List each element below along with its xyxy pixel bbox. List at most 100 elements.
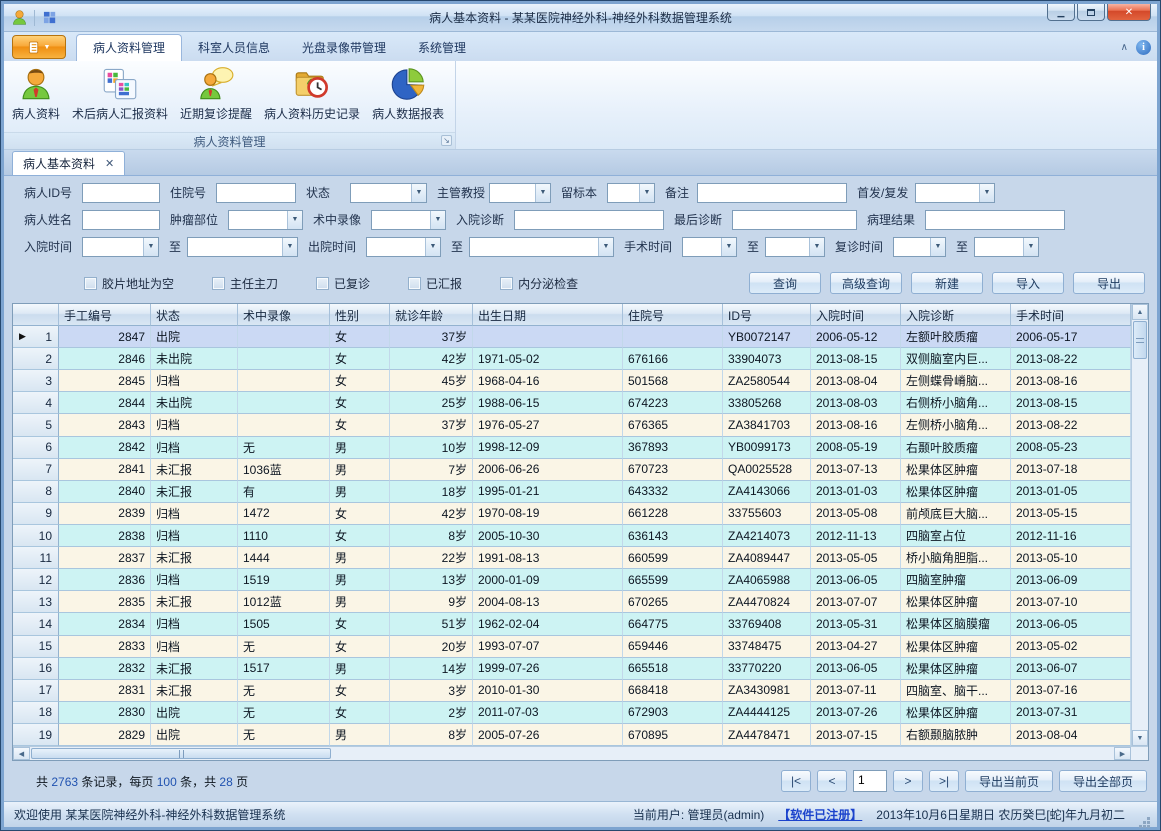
vertical-scroll-track[interactable] bbox=[1132, 360, 1148, 730]
cell[interactable]: 2013-08-15 bbox=[1011, 392, 1131, 414]
dropdown-arrow-icon[interactable]: ▼ bbox=[282, 238, 297, 256]
ribbon-item[interactable]: 病人资料历史记录 bbox=[258, 64, 366, 124]
cell[interactable]: 2842 bbox=[59, 437, 151, 459]
cell[interactable]: 33755603 bbox=[723, 503, 811, 525]
cell[interactable]: 2011-07-03 bbox=[473, 702, 623, 724]
cell[interactable]: 2013-08-04 bbox=[811, 370, 901, 392]
cell[interactable]: 45岁 bbox=[390, 370, 473, 392]
filter-combo[interactable]: ▼ bbox=[350, 183, 427, 203]
cell[interactable]: 男 bbox=[330, 724, 390, 746]
cell[interactable]: 51岁 bbox=[390, 613, 473, 635]
dropdown-arrow-icon[interactable]: ▼ bbox=[809, 238, 824, 256]
cell[interactable]: 2013-05-02 bbox=[1011, 636, 1131, 658]
cell[interactable]: 右额颞脑脓肿 bbox=[901, 724, 1011, 746]
export-all-pages-button[interactable]: 导出全部页 bbox=[1059, 770, 1147, 792]
cell[interactable]: 2013-05-10 bbox=[1011, 547, 1131, 569]
cell[interactable]: 2013-07-15 bbox=[811, 724, 901, 746]
filter-combo[interactable]: ▼ bbox=[187, 237, 298, 257]
cell[interactable]: 664775 bbox=[623, 613, 723, 635]
cell[interactable]: 松果体区肿瘤 bbox=[901, 702, 1011, 724]
cell[interactable]: 归档 bbox=[151, 370, 238, 392]
cell[interactable]: 未出院 bbox=[151, 348, 238, 370]
dropdown-arrow-icon[interactable]: ▼ bbox=[535, 184, 550, 202]
table-row[interactable]: 92839归档1472女42岁1970-08-19661228337556032… bbox=[13, 503, 1131, 525]
cell[interactable]: 676166 bbox=[623, 348, 723, 370]
cell[interactable]: 2013-07-18 bbox=[1011, 459, 1131, 481]
cell[interactable]: 1995-01-21 bbox=[473, 481, 623, 503]
cell[interactable]: 松果体区肿瘤 bbox=[901, 459, 1011, 481]
table-row[interactable]: 22846未出院女42岁1971-05-02676166339040732013… bbox=[13, 348, 1131, 370]
cell[interactable]: 松果体区肿瘤 bbox=[901, 481, 1011, 503]
cell[interactable]: 女 bbox=[330, 370, 390, 392]
cell[interactable]: 无 bbox=[238, 437, 330, 459]
cell[interactable]: 2010-01-30 bbox=[473, 680, 623, 702]
cell[interactable]: 2013-08-04 bbox=[1011, 724, 1131, 746]
table-row[interactable]: 142834归档1505女51岁1962-02-0466477533769408… bbox=[13, 613, 1131, 635]
cell[interactable] bbox=[623, 326, 723, 348]
row-indicator-cell[interactable]: 7 bbox=[13, 459, 59, 481]
cell[interactable]: 33769408 bbox=[723, 613, 811, 635]
vertical-scroll-thumb[interactable] bbox=[1133, 321, 1147, 359]
cell[interactable]: 33904073 bbox=[723, 348, 811, 370]
cell[interactable]: 2013-06-09 bbox=[1011, 569, 1131, 591]
cell[interactable]: 男 bbox=[330, 591, 390, 613]
cell[interactable]: 2847 bbox=[59, 326, 151, 348]
column-header-7[interactable]: 住院号 bbox=[623, 304, 723, 326]
cell[interactable]: 18岁 bbox=[390, 481, 473, 503]
cell[interactable]: 33770220 bbox=[723, 658, 811, 680]
cell[interactable]: 42岁 bbox=[390, 503, 473, 525]
cell[interactable]: 2833 bbox=[59, 636, 151, 658]
cell[interactable]: 665518 bbox=[623, 658, 723, 680]
cell[interactable]: 2013-08-22 bbox=[1011, 348, 1131, 370]
cell[interactable]: 归档 bbox=[151, 613, 238, 635]
cell[interactable]: 367893 bbox=[623, 437, 723, 459]
row-indicator-cell[interactable]: 10 bbox=[13, 525, 59, 547]
ribbon-tab-4[interactable]: 系统管理 bbox=[402, 35, 482, 61]
checkbox-3[interactable]: 已复诊 bbox=[316, 275, 370, 292]
filter-combo[interactable]: ▼ bbox=[682, 237, 737, 257]
cell[interactable]: 归档 bbox=[151, 569, 238, 591]
row-indicator-cell[interactable]: 6 bbox=[13, 437, 59, 459]
ribbon-item[interactable]: 病人数据报表 bbox=[366, 64, 450, 124]
column-header-9[interactable]: 入院时间 bbox=[811, 304, 901, 326]
cell[interactable]: 有 bbox=[238, 481, 330, 503]
last-page-button[interactable]: >| bbox=[929, 770, 959, 792]
filter-combo[interactable]: ▼ bbox=[489, 183, 551, 203]
cell[interactable]: 2013-07-31 bbox=[1011, 702, 1131, 724]
cell[interactable]: 男 bbox=[330, 459, 390, 481]
cell[interactable]: 8岁 bbox=[390, 724, 473, 746]
cell[interactable]: 2832 bbox=[59, 658, 151, 680]
row-indicator-cell[interactable]: 2 bbox=[13, 348, 59, 370]
cell[interactable]: 无 bbox=[238, 680, 330, 702]
checkbox-box-icon[interactable] bbox=[500, 277, 513, 290]
row-indicator-cell[interactable]: 9 bbox=[13, 503, 59, 525]
dropdown-arrow-icon[interactable]: ▼ bbox=[143, 238, 158, 256]
cell[interactable] bbox=[238, 392, 330, 414]
row-indicator-cell[interactable]: 11 bbox=[13, 547, 59, 569]
cell[interactable]: 20岁 bbox=[390, 636, 473, 658]
filter-input[interactable] bbox=[697, 183, 847, 203]
scroll-left-icon[interactable]: ◀ bbox=[13, 747, 30, 760]
cell[interactable]: 10岁 bbox=[390, 437, 473, 459]
cell[interactable]: 1988-06-15 bbox=[473, 392, 623, 414]
cell[interactable]: 1968-04-16 bbox=[473, 370, 623, 392]
column-header-1[interactable]: 手工编号 bbox=[59, 304, 151, 326]
cell[interactable]: 2839 bbox=[59, 503, 151, 525]
cell[interactable]: 2831 bbox=[59, 680, 151, 702]
cell[interactable]: 桥小脑角胆脂... bbox=[901, 547, 1011, 569]
table-row[interactable]: 152833归档无女20岁1993-07-0765944633748475201… bbox=[13, 636, 1131, 658]
cell[interactable]: 左额叶胶质瘤 bbox=[901, 326, 1011, 348]
cell[interactable]: 左侧桥小脑角... bbox=[901, 414, 1011, 436]
cell[interactable]: 2013-04-27 bbox=[811, 636, 901, 658]
cell[interactable]: 661228 bbox=[623, 503, 723, 525]
cell[interactable]: 2829 bbox=[59, 724, 151, 746]
column-header-4[interactable]: 性别 bbox=[330, 304, 390, 326]
filter-combo[interactable]: ▼ bbox=[371, 210, 446, 230]
horizontal-scroll-track[interactable] bbox=[332, 747, 1114, 760]
dropdown-arrow-icon[interactable]: ▼ bbox=[721, 238, 736, 256]
cell[interactable]: 松果体区肿瘤 bbox=[901, 636, 1011, 658]
cell[interactable]: 1993-07-07 bbox=[473, 636, 623, 658]
cell[interactable]: 未汇报 bbox=[151, 591, 238, 613]
table-row[interactable]: 172831未汇报无女3岁2010-01-30668418ZA343098120… bbox=[13, 680, 1131, 702]
scroll-right-icon[interactable]: ▶ bbox=[1114, 747, 1131, 760]
